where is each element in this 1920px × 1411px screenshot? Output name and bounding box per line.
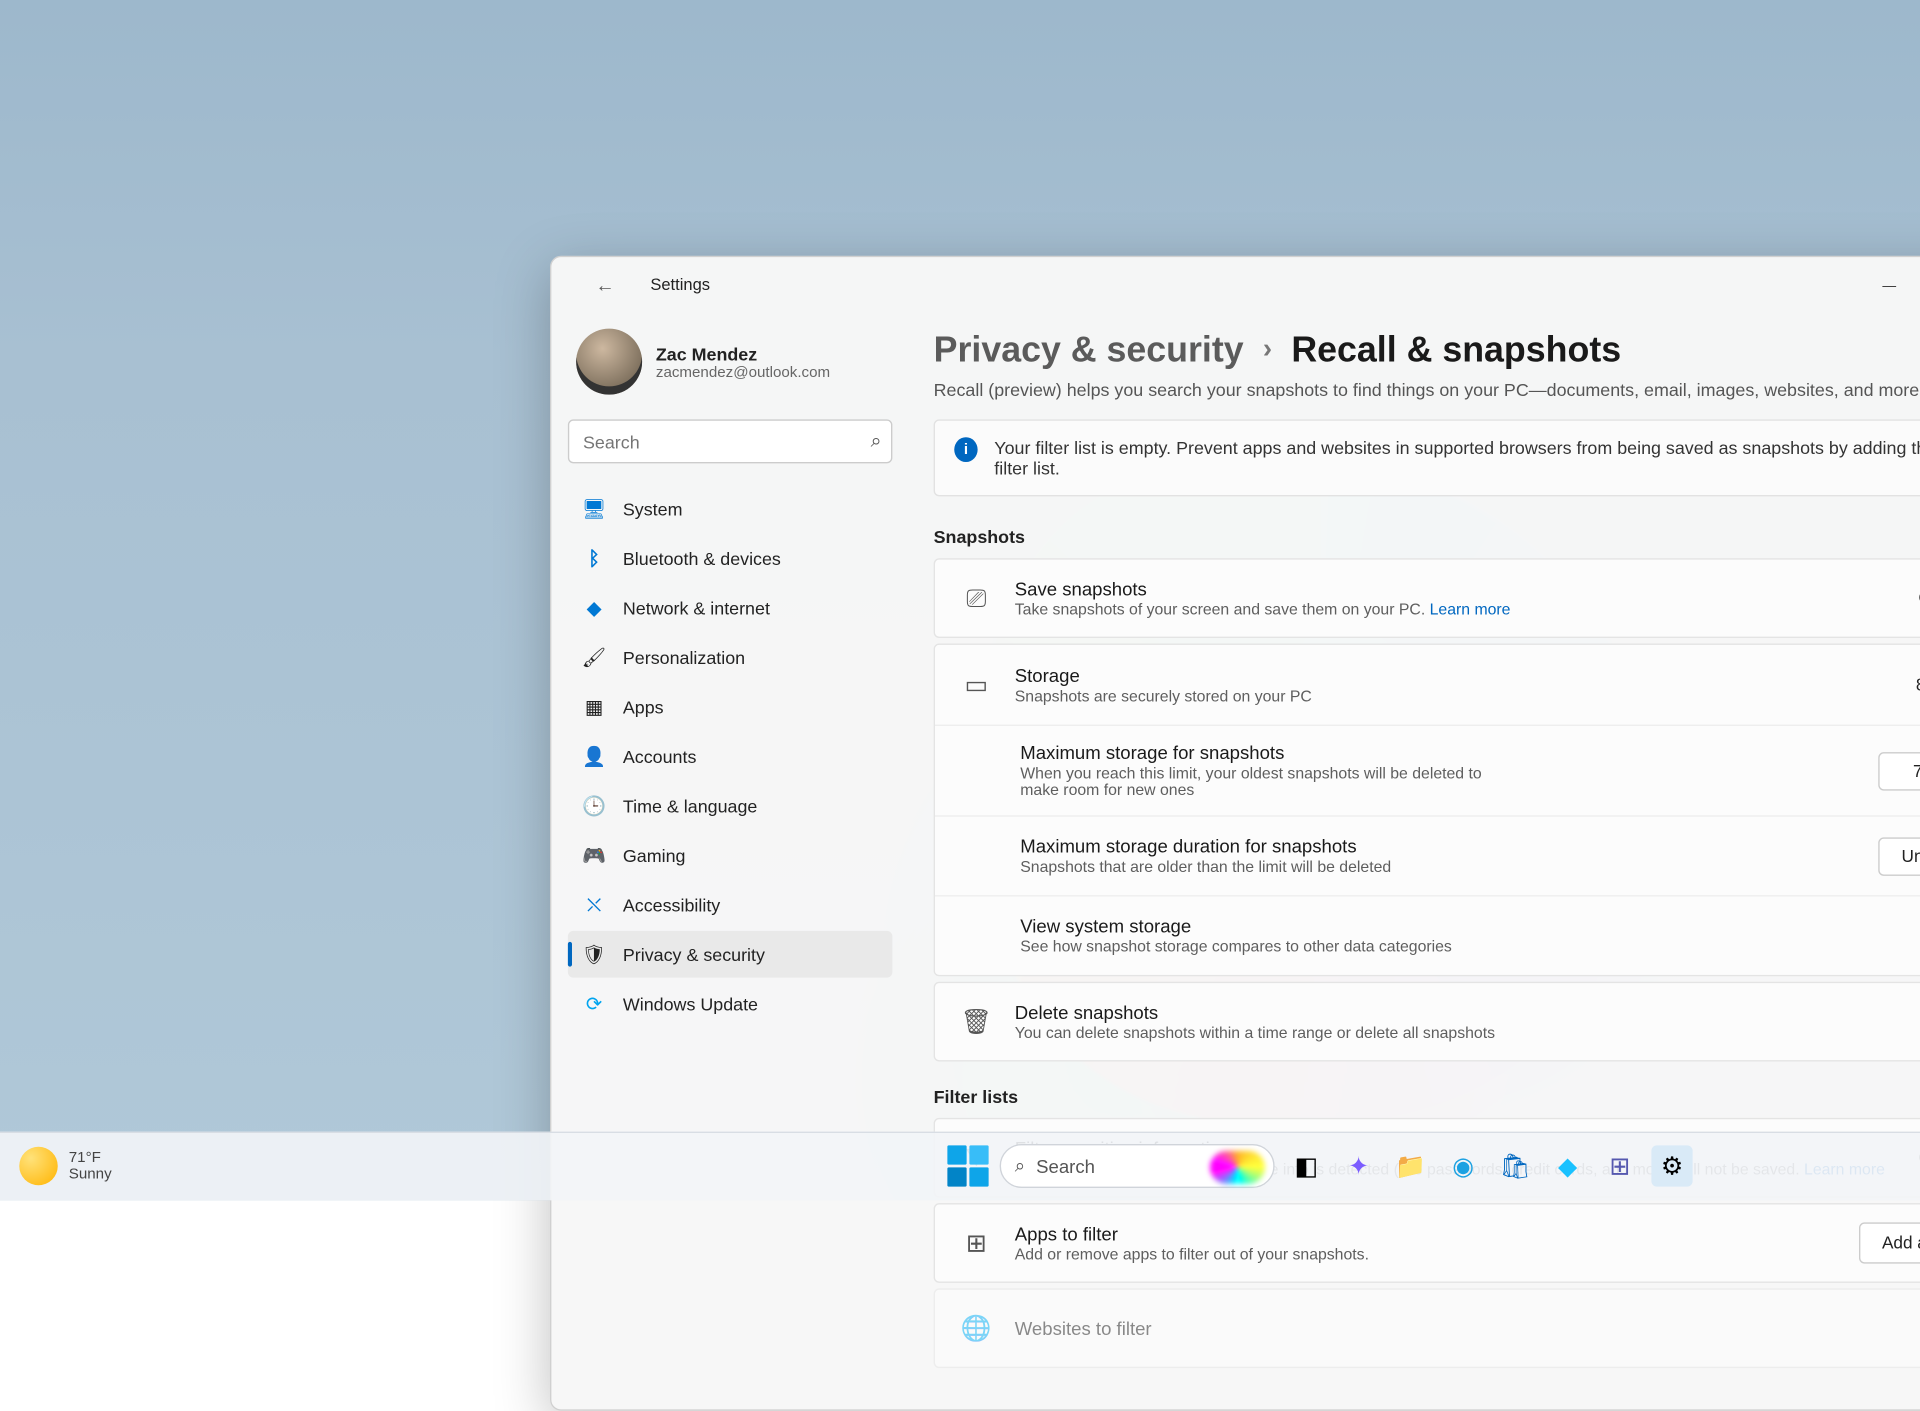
sidebar-item-gaming[interactable]: Gaming	[568, 832, 893, 879]
bluetooth-icon	[582, 546, 607, 571]
back-icon	[595, 274, 614, 296]
back-button[interactable]	[573, 264, 636, 305]
snapshots-heading: Snapshots	[934, 527, 1920, 548]
view-system-storage-row[interactable]: View system storage See how snapshot sto…	[935, 895, 1920, 975]
profile-name: Zac Mendez	[656, 343, 830, 364]
save-snapshots-title: Save snapshots	[1015, 578, 1900, 599]
max-storage-dropdown[interactable]: 75 GB	[1878, 751, 1920, 790]
personalization-icon	[582, 645, 607, 670]
search-icon: ⌕	[1015, 1155, 1025, 1177]
info-text: Your filter list is empty. Prevent apps …	[994, 437, 1920, 478]
max-duration-dropdown[interactable]: Unlimited	[1878, 837, 1920, 876]
accessibility-icon	[582, 892, 607, 917]
storage-group: ▭ Storage Snapshots are securely stored …	[934, 644, 1920, 977]
titlebar: Settings	[551, 257, 1920, 312]
page-subtext: Recall (preview) helps you search your s…	[934, 380, 1920, 401]
storage-row[interactable]: ▭ Storage Snapshots are securely stored …	[935, 645, 1920, 725]
max-storage-row: Maximum storage for snapshots When you r…	[935, 725, 1920, 816]
delete-snapshots-row[interactable]: 🗑 Delete snapshots You can delete snapsh…	[934, 982, 1920, 1062]
breadcrumb-parent[interactable]: Privacy & security	[934, 329, 1244, 372]
weather-icon	[19, 1147, 58, 1186]
sidebar-item-personalization[interactable]: Personalization	[568, 634, 893, 681]
storage-value: 8.4 GB	[1916, 675, 1920, 694]
sidebar-item-bluetooth[interactable]: Bluetooth & devices	[568, 535, 893, 582]
filter-lists-heading: Filter lists	[934, 1086, 1920, 1107]
search-highlight-icon	[1210, 1151, 1265, 1184]
profile-block[interactable]: Zac Mendez zacmendez@outlook.com	[568, 320, 893, 403]
taskbar-search[interactable]: ⌕ Search	[1000, 1144, 1275, 1188]
storage-icon: ▭	[957, 670, 996, 699]
shield-icon	[582, 942, 607, 967]
system-icon	[582, 496, 607, 521]
store-button[interactable]: 🛍	[1495, 1146, 1536, 1187]
windows-update-icon	[582, 991, 607, 1016]
avatar	[576, 329, 642, 395]
settings-window: Settings Zac Mendez zacmendez@outlook.co…	[550, 256, 1920, 1411]
websites-to-filter-row[interactable]: 🌐 Websites to filter	[934, 1288, 1920, 1368]
minimize-button[interactable]	[1858, 264, 1920, 305]
weather-widget[interactable]: 71°F Sunny	[19, 1147, 111, 1186]
max-duration-row: Maximum storage duration for snapshots S…	[935, 815, 1920, 895]
accounts-icon	[582, 744, 607, 769]
add-app-button[interactable]: Add app	[1859, 1222, 1920, 1263]
page-title: Recall & snapshots	[1291, 329, 1621, 372]
file-explorer-button[interactable]: 📁	[1390, 1146, 1431, 1187]
task-view-button[interactable]: ◧	[1286, 1146, 1327, 1187]
search-icon: ⌕	[871, 429, 882, 452]
start-button[interactable]	[947, 1146, 988, 1187]
taskbar: 71°F Sunny ⌕ Search ◧ ✦ 📁 ◉ 🛍 ◆ ⊞ ⚙ ^ ⚙ …	[0, 1131, 1920, 1200]
copilot-button[interactable]: ✦	[1338, 1146, 1379, 1187]
info-icon: i	[954, 437, 978, 462]
apps-filter-icon: ⊞	[957, 1229, 996, 1258]
network-icon	[582, 595, 607, 620]
search-input[interactable]	[568, 419, 893, 463]
sidebar-item-apps[interactable]: Apps	[568, 683, 893, 730]
apps-to-filter-row[interactable]: ⊞ Apps to filter Add or remove apps to f…	[934, 1203, 1920, 1283]
minimize-icon	[1882, 275, 1896, 294]
save-learn-more-link[interactable]: Learn more	[1430, 602, 1511, 619]
chevron-right-icon: ›	[1263, 334, 1272, 366]
window-title: Settings	[650, 275, 710, 294]
sidebar-item-system[interactable]: System	[568, 485, 893, 532]
profile-email: zacmendez@outlook.com	[656, 364, 830, 381]
time-icon	[582, 793, 607, 818]
save-snapshots-row: ⎚ Save snapshots Take snapshots of your …	[934, 558, 1920, 638]
gaming-icon	[582, 843, 607, 868]
info-banner: i Your filter list is empty. Prevent app…	[934, 419, 1920, 496]
apps-icon	[582, 694, 607, 719]
copilot-app-button[interactable]: ◆	[1547, 1146, 1588, 1187]
sidebar-item-windows-update[interactable]: Windows Update	[568, 980, 893, 1027]
sidebar: Zac Mendez zacmendez@outlook.com ⌕ Syste…	[551, 312, 909, 1409]
settings-taskbar-button[interactable]: ⚙	[1651, 1146, 1692, 1187]
sidebar-item-network[interactable]: Network & internet	[568, 584, 893, 631]
camera-icon: ⎚	[957, 584, 996, 613]
trash-icon: 🗑	[957, 1007, 996, 1036]
sidebar-item-privacy-security[interactable]: Privacy & security	[568, 931, 893, 978]
sidebar-item-accessibility[interactable]: Accessibility	[568, 881, 893, 928]
breadcrumb: Privacy & security › Recall & snapshots	[934, 329, 1920, 372]
sidebar-item-time-language[interactable]: Time & language	[568, 782, 893, 829]
teams-button[interactable]: ⊞	[1599, 1146, 1640, 1187]
sidebar-search: ⌕	[568, 419, 893, 463]
sidebar-item-accounts[interactable]: Accounts	[568, 733, 893, 780]
main-content: Privacy & security › Recall & snapshots …	[909, 312, 1920, 1409]
globe-icon: 🌐	[957, 1314, 996, 1343]
edge-button[interactable]: ◉	[1442, 1146, 1483, 1187]
